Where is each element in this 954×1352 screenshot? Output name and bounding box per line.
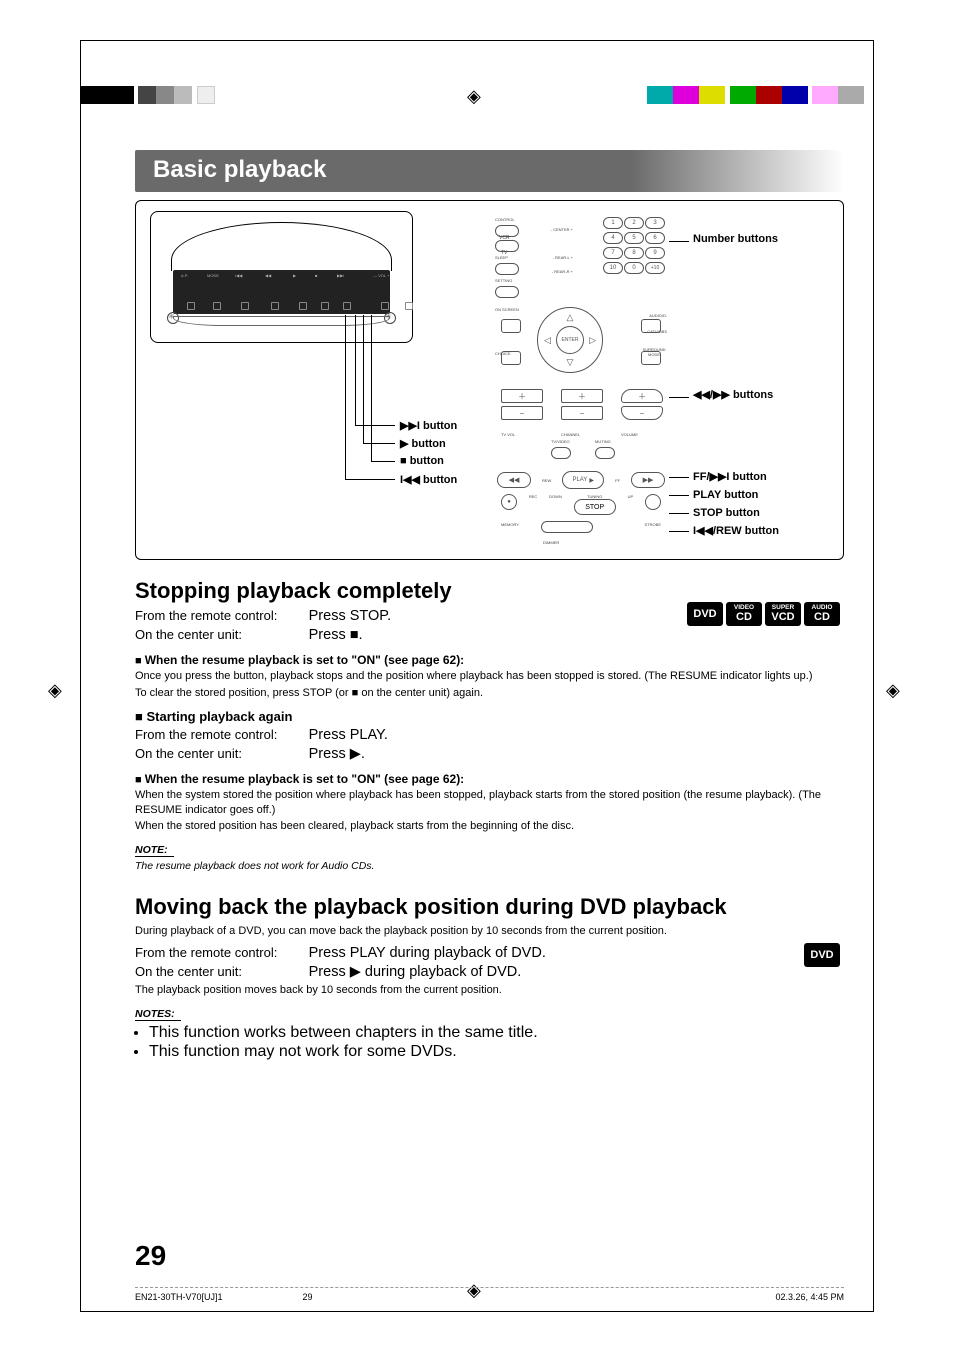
registration-mark-icon: [48, 680, 68, 700]
ff-button: ▶▶: [631, 472, 665, 488]
number-buttons-group: 1 2 3 4 5 6 7 8 9 10 0 +10: [603, 217, 663, 274]
print-footer: EN21-30TH-V70[UJ]1 29 02.3.26, 4:45 PM: [135, 1287, 844, 1302]
strobe-button: [645, 494, 661, 510]
color-bars: [647, 86, 864, 109]
label-rew-button: I◀◀/REW button: [693, 525, 779, 539]
registration-mark-icon: [467, 86, 487, 106]
callout-fwd-skip: ▶▶I button: [400, 419, 457, 432]
footer-page: 29: [303, 1292, 313, 1302]
center-unit-illustration: A.P. MODE I◀◀ ◀◀ ▶ ■ ▶▶I — VOL +: [150, 211, 473, 547]
rec-button: ●: [501, 494, 517, 510]
label-number-buttons: Number buttons: [693, 233, 778, 247]
dpad: ENTER △ ▽ ◁ ▷: [537, 307, 603, 373]
label-play-button: PLAY button: [693, 489, 758, 503]
disc-badges-stopping: DVD VIDEOCD SUPERVCD AUDIOCD: [687, 602, 840, 626]
badge-dvd: DVD: [804, 943, 840, 967]
callout-back-skip: I◀◀ button: [400, 473, 457, 486]
registration-mark-icon: [886, 680, 906, 700]
footer-filename: EN21-30TH-V70[UJ]1: [135, 1292, 223, 1302]
badge-video-cd: VIDEOCD: [726, 602, 762, 626]
disc-badges-moving: DVD: [804, 943, 840, 967]
label-ff-button: FF/▶▶I button: [693, 471, 767, 485]
badge-audio-cd: AUDIOCD: [804, 602, 840, 626]
dimmer-button: [541, 521, 593, 533]
device-and-remote-diagram: A.P. MODE I◀◀ ◀◀ ▶ ■ ▶▶I — VOL +: [135, 200, 844, 560]
page-number: 29: [135, 1240, 166, 1272]
label-search-buttons: ◀◀/▶▶ buttons: [693, 389, 773, 403]
badge-super-vcd: SUPERVCD: [765, 602, 801, 626]
footer-date: 02.3.26, 4:45 PM: [775, 1292, 844, 1302]
rew-button: ◀◀: [497, 472, 531, 488]
label-stop-button: STOP button: [693, 507, 760, 521]
callout-play: ▶ button: [400, 437, 446, 450]
badge-dvd: DVD: [687, 602, 723, 626]
stop-button: STOP: [574, 499, 616, 515]
gray-step-wedge: [80, 86, 215, 109]
callout-stop: ■ button: [400, 455, 444, 467]
play-button: PLAY▶: [562, 471, 604, 489]
remote-control-illustration: CONTROL VCR TV SLEEP SETTING 1 2 3 4 5 6…: [491, 211, 671, 547]
